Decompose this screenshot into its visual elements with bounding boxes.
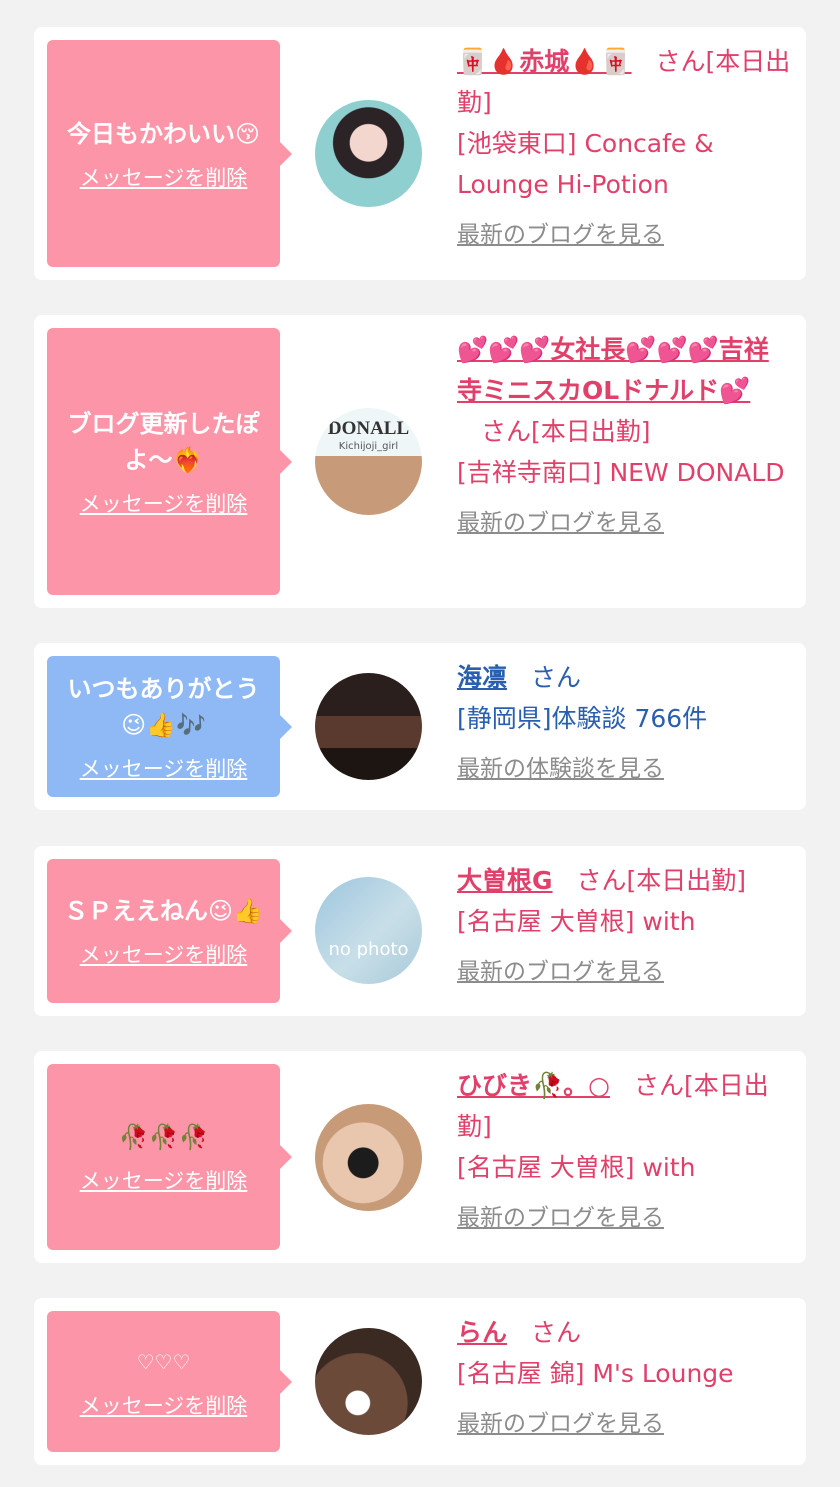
shop-label: [静岡県]体験談 766件 <box>457 704 708 733</box>
view-latest-link[interactable]: 最新のブログを見る <box>457 1198 792 1239</box>
message-card: ＳＰええねん😉👍 メッセージを削除 no photo 大曽根G さん[本日出勤] … <box>34 846 806 1016</box>
avatar[interactable]: no photo <box>315 877 422 984</box>
view-latest-link[interactable]: 最新のブログを見る <box>457 1404 792 1445</box>
message-text: 🥀🥀🥀 <box>118 1123 209 1151</box>
message-bubble: ブログ更新したぽよ〜❤️‍🔥 メッセージを削除 <box>47 328 292 595</box>
shop-label: [吉祥寺南口] NEW DONALD <box>457 458 785 487</box>
delete-message-link[interactable]: メッセージを削除 <box>80 162 248 192</box>
profile-name-link[interactable]: 💕💕💕女社長💕💕💕吉祥寺ミニスカOLドナルド💕 <box>457 335 769 405</box>
message-bubble: いつもありがとう😉👍🎶 メッセージを削除 <box>47 656 292 797</box>
avatar[interactable]: DONALL Kichijoji_girl <box>315 408 422 515</box>
honorific: さん <box>576 866 627 895</box>
profile-info: 海凛 さん [静岡県]体験談 766件 最新の体験談を見る <box>457 657 792 790</box>
message-card: いつもありがとう😉👍🎶 メッセージを削除 海凛 さん [静岡県]体験談 766件 … <box>34 643 806 810</box>
message-card: ♡♡♡ メッセージを削除 らん さん [名古屋 錦] M's Lounge 最新の… <box>34 1298 806 1465</box>
avatar[interactable] <box>315 673 422 780</box>
message-card: ブログ更新したぽよ〜❤️‍🔥 メッセージを削除 DONALL Kichijoji… <box>34 315 806 608</box>
message-bubble: 今日もかわいい😚 メッセージを削除 <box>47 40 292 267</box>
profile-info: ひびき🥀。○ さん[本日出勤] [名古屋 大曽根] with 最新のブログを見る <box>457 1065 792 1239</box>
delete-message-link[interactable]: メッセージを削除 <box>80 753 248 783</box>
message-text: いつもありがとう😉👍🎶 <box>67 674 260 739</box>
profile-name-link[interactable]: ひびき🥀。○ <box>457 1071 610 1100</box>
profile-info: 大曽根G さん[本日出勤] [名古屋 大曽根] with 最新のブログを見る <box>457 860 792 993</box>
message-text: ＳＰええねん😉👍 <box>64 897 263 925</box>
view-latest-link[interactable]: 最新のブログを見る <box>457 503 792 544</box>
shop-label: [名古屋 大曽根] with <box>457 1153 696 1182</box>
view-latest-link[interactable]: 最新のブログを見る <box>457 215 792 256</box>
message-bubble: ♡♡♡ メッセージを削除 <box>47 1311 292 1452</box>
work-status: [本日出勤] <box>626 866 747 895</box>
view-latest-link[interactable]: 最新の体験談を見る <box>457 749 792 790</box>
avatar-placeholder-text: no photo <box>328 939 409 960</box>
honorific: さん <box>531 663 582 692</box>
profile-name-link[interactable]: 🀄🩸赤城🩸🀄 <box>457 47 632 76</box>
honorific: さん <box>633 1071 684 1100</box>
avatar-logo-subtext: Kichijoji_girl <box>338 441 399 452</box>
delete-message-link[interactable]: メッセージを削除 <box>80 1390 248 1420</box>
shop-label: [名古屋 錦] M's Lounge <box>457 1359 734 1388</box>
profile-name-link[interactable]: 大曽根G <box>457 866 553 895</box>
shop-label: [池袋東口] Concafe & Lounge Hi-Potion <box>457 129 714 199</box>
message-card: 🥀🥀🥀 メッセージを削除 ひびき🥀。○ さん[本日出勤] [名古屋 大曽根] wi… <box>34 1051 806 1263</box>
honorific: さん <box>531 1318 582 1347</box>
avatar[interactable] <box>315 1328 422 1435</box>
work-status: [本日出勤] <box>531 417 651 446</box>
message-bubble: 🥀🥀🥀 メッセージを削除 <box>47 1064 292 1250</box>
view-latest-link[interactable]: 最新のブログを見る <box>457 952 792 993</box>
shop-label: [名古屋 大曽根] with <box>457 907 696 936</box>
message-text: ブログ更新したぽよ〜❤️‍🔥 <box>67 409 260 474</box>
delete-message-link[interactable]: メッセージを削除 <box>80 488 248 518</box>
avatar-logo-text: DONALL <box>327 418 410 439</box>
profile-info: らん さん [名古屋 錦] M's Lounge 最新のブログを見る <box>457 1312 792 1445</box>
message-bubble: ＳＰええねん😉👍 メッセージを削除 <box>47 859 292 1003</box>
honorific: さん <box>655 47 706 76</box>
message-card: 今日もかわいい😚 メッセージを削除 🀄🩸赤城🩸🀄 さん[本日出勤] [池袋東口] … <box>34 27 806 280</box>
profile-name-link[interactable]: 海凛 <box>457 663 507 692</box>
profile-info: 💕💕💕女社長💕💕💕吉祥寺ミニスカOLドナルド💕 さん[本日出勤] [吉祥寺南口] … <box>457 329 792 544</box>
avatar[interactable] <box>315 100 422 207</box>
honorific: さん <box>481 417 532 446</box>
profile-info: 🀄🩸赤城🩸🀄 さん[本日出勤] [池袋東口] Concafe & Lounge H… <box>457 41 792 256</box>
message-text: 今日もかわいい😚 <box>66 119 261 148</box>
message-text: ♡♡♡ <box>136 1349 191 1374</box>
delete-message-link[interactable]: メッセージを削除 <box>80 1165 248 1195</box>
delete-message-link[interactable]: メッセージを削除 <box>80 939 248 969</box>
avatar[interactable] <box>315 1104 422 1211</box>
message-list: 今日もかわいい😚 メッセージを削除 🀄🩸赤城🩸🀄 さん[本日出勤] [池袋東口] … <box>0 0 840 1487</box>
profile-name-link[interactable]: らん <box>457 1318 507 1347</box>
